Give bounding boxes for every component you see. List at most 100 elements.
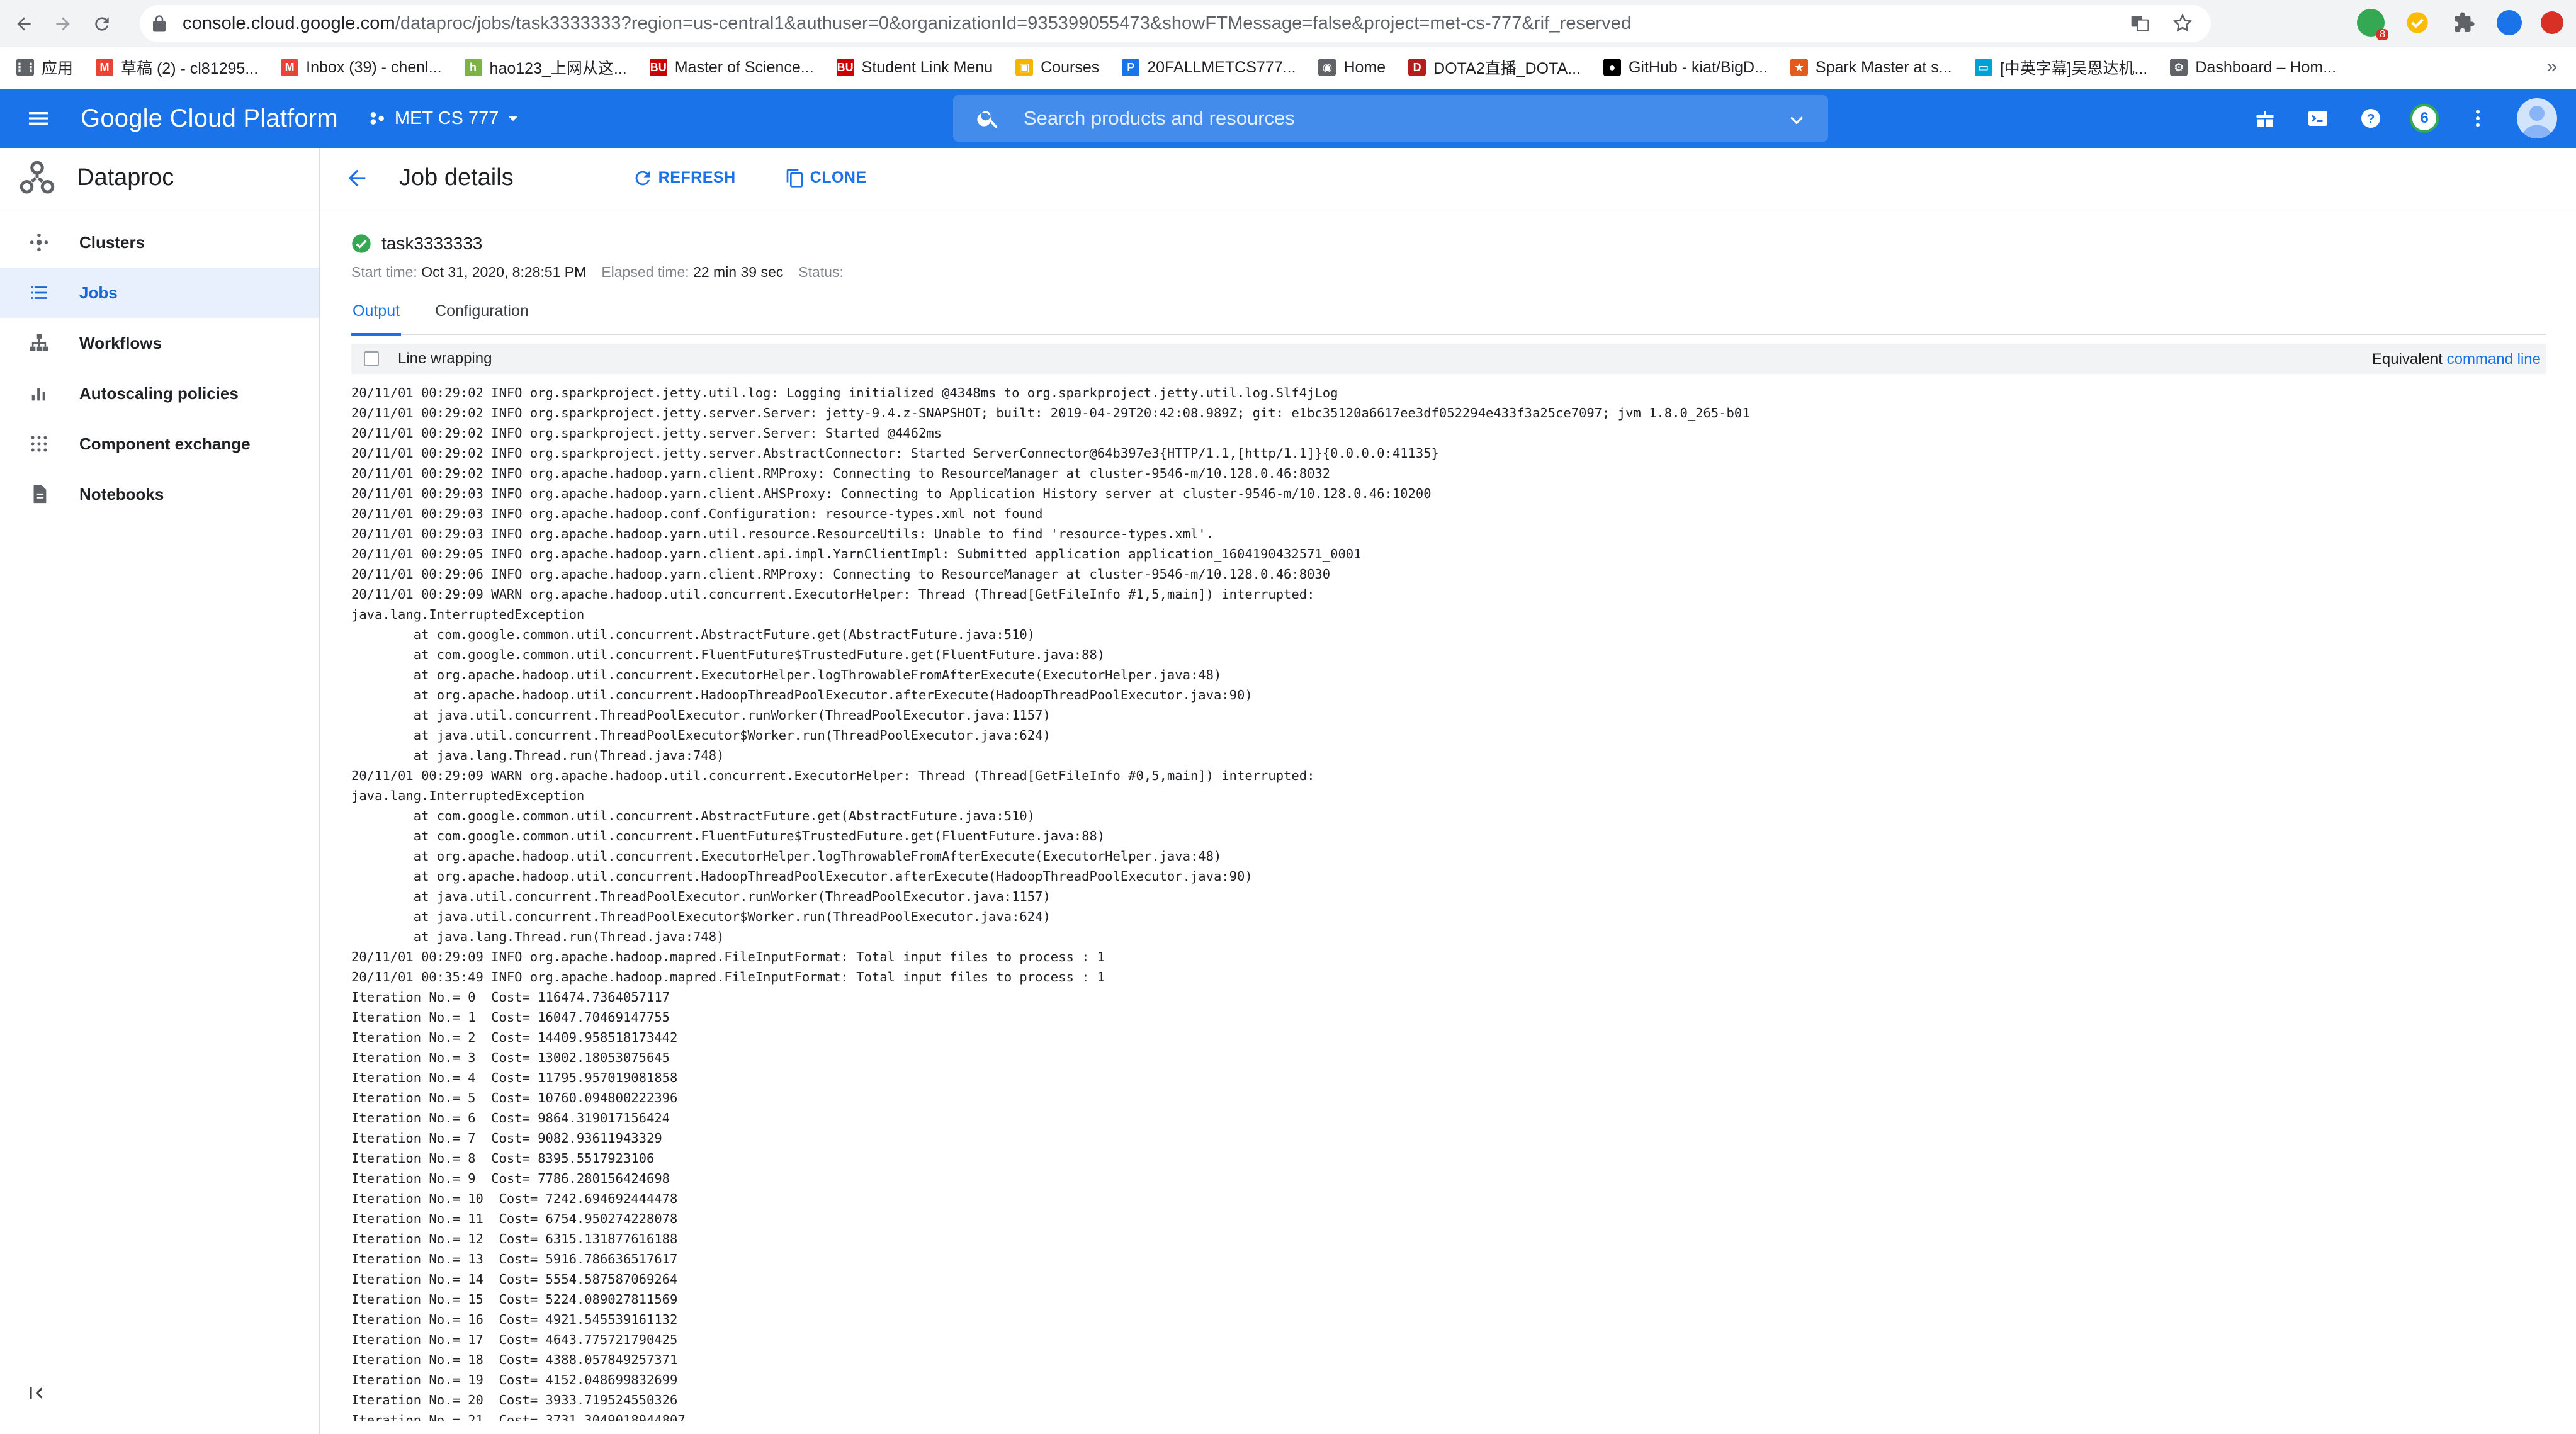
sidebar-nav: Clusters Jobs Workflows Autoscaling policie…: [0, 208, 319, 519]
bookmark-label: 应用: [42, 60, 74, 77]
refresh-button[interactable]: REFRESH: [632, 167, 736, 189]
log-line: 20/11/01 00:29:06 INFO org.apache.hadoop…: [351, 567, 1331, 582]
sidebar-item-notebooks[interactable]: Notebooks: [0, 469, 319, 519]
puzzle-icon[interactable]: [2450, 9, 2478, 37]
output-panel: Line wrapping Equivalent command line 20…: [351, 344, 2546, 1421]
apps-icon: ⋮⋮: [14, 59, 37, 76]
list-icon: [28, 281, 50, 304]
sidebar-item-workflows[interactable]: Workflows: [0, 318, 319, 368]
product-logo[interactable]: Google Cloud Platform: [81, 104, 338, 133]
tab-configuration[interactable]: Configuration: [434, 302, 530, 335]
gear-icon: ⚙: [2170, 59, 2188, 76]
bookmark-item[interactable]: BU Student Link Menu: [836, 54, 993, 81]
bookmark-item[interactable]: M Inbox (39) - chenl...: [281, 54, 442, 81]
bookmark-label: 20FALLMETCS777...: [1147, 58, 1296, 76]
bookmark-label: Spark Master at s...: [1815, 58, 1952, 76]
bookmark-item[interactable]: ▭ [中英字幕]吴恩达机...: [1974, 54, 2148, 81]
bookmark-item[interactable]: h hao123_上网从这...: [464, 54, 627, 81]
bookmark-star-icon[interactable]: [2172, 13, 2193, 34]
translate-icon[interactable]: [2129, 13, 2150, 34]
bookmark-item[interactable]: ▣ Courses: [1015, 54, 1099, 81]
log-line: 20/11/01 00:29:02 INFO org.sparkproject.…: [351, 385, 1338, 400]
success-check-icon: [352, 234, 371, 253]
log-line: Iteration No.= 13 Cost= 5916.78663651761…: [351, 1251, 678, 1267]
more-vert-icon[interactable]: [2464, 104, 2492, 132]
profile-icon[interactable]: [2497, 10, 2522, 35]
command-line-link[interactable]: command line: [2447, 351, 2541, 368]
bookmark-item[interactable]: ⚙ Dashboard – Hom...: [2170, 54, 2336, 81]
search-expand-icon[interactable]: [1784, 108, 1809, 133]
log-line: 20/11/01 00:29:03 INFO org.apache.hadoop…: [351, 486, 1432, 501]
help-icon[interactable]: ?: [2357, 104, 2385, 132]
bookmark-item[interactable]: ⋮⋮ 应用: [14, 54, 74, 81]
product-header: Dataproc: [0, 148, 319, 208]
page-title: Job details: [399, 164, 514, 191]
bookmark-item[interactable]: M 草稿 (2) - cl81295...: [96, 54, 258, 81]
job-name-row: task3333333: [351, 234, 2576, 254]
project-selector[interactable]: MET CS 777: [367, 99, 524, 137]
log-line: at java.util.concurrent.ThreadPoolExecut…: [351, 728, 1051, 743]
sidebar-item-component-exchange[interactable]: Component exchange: [0, 419, 319, 469]
sidebar-item-clusters[interactable]: Clusters: [0, 217, 319, 268]
browser-forward-icon[interactable]: [48, 9, 78, 39]
sidebar-item-label: Notebooks: [79, 484, 164, 504]
bookmarks-overflow-icon[interactable]: »: [2546, 56, 2557, 77]
extension-badge-icon[interactable]: 8: [2357, 9, 2388, 40]
bookmark-item[interactable]: ● GitHub - kiat/BigD...: [1603, 54, 1768, 81]
notifications-badge[interactable]: 6: [2410, 104, 2439, 133]
gmail-icon: M: [281, 59, 299, 76]
browser-reload-icon[interactable]: [87, 9, 117, 39]
product-title: Dataproc: [77, 164, 174, 191]
log-line: Iteration No.= 12 Cost= 6315.13187761618…: [351, 1231, 678, 1246]
address-bar[interactable]: console.cloud.google.com/dataproc/jobs/t…: [140, 5, 2211, 42]
clone-label: CLONE: [810, 169, 867, 186]
gift-icon[interactable]: [2251, 104, 2279, 132]
search-placeholder: Search products and resources: [1024, 107, 1295, 129]
line-wrapping-checkbox[interactable]: [364, 351, 379, 366]
sidebar-item-label: Component exchange: [79, 434, 251, 453]
tab-output[interactable]: Output: [351, 302, 402, 336]
log-line: Iteration No.= 16 Cost= 4921.54553916113…: [351, 1312, 678, 1327]
bookmark-item[interactable]: P 20FALLMETCS777...: [1122, 54, 1296, 81]
bookmark-item[interactable]: ◉ Home: [1318, 54, 1386, 81]
log-line: at java.util.concurrent.ThreadPoolExecut…: [351, 889, 1051, 904]
log-line: 20/11/01 00:29:03 INFO org.apache.hadoop…: [351, 506, 1043, 521]
shield-check-icon[interactable]: [2404, 9, 2431, 37]
status-label: Status:: [798, 264, 844, 280]
bookmark-item[interactable]: ★ Spark Master at s...: [1790, 54, 1952, 81]
avatar[interactable]: [2517, 98, 2557, 138]
log-line: Iteration No.= 9 Cost= 7786.280156424698: [351, 1171, 670, 1186]
browser-back-icon[interactable]: [9, 9, 39, 39]
log-line: at org.apache.hadoop.util.concurrent.Had…: [351, 687, 1253, 703]
bookmark-item[interactable]: BU Master of Science...: [649, 54, 814, 81]
cloud-shell-icon[interactable]: [2304, 104, 2332, 132]
collapse-nav-icon[interactable]: [28, 1384, 47, 1403]
bookmark-item[interactable]: D DOTA2直播_DOTA...: [1408, 54, 1581, 81]
log-line: Iteration No.= 5 Cost= 10760.09480022239…: [351, 1090, 678, 1105]
update-icon[interactable]: [2541, 11, 2563, 34]
log-line: Iteration No.= 15 Cost= 5224.08902781156…: [351, 1292, 678, 1307]
log-line: at java.lang.Thread.run(Thread.java:748): [351, 748, 725, 763]
output-toolbar: Line wrapping Equivalent command line: [351, 344, 2546, 374]
log-line: Iteration No.= 17 Cost= 4643.77572179042…: [351, 1332, 678, 1347]
back-arrow-icon[interactable]: [341, 162, 373, 194]
menu-icon[interactable]: [21, 101, 55, 135]
log-line: Iteration No.= 3 Cost= 13002.18053075645: [351, 1050, 670, 1065]
clone-button[interactable]: CLONE: [785, 168, 867, 188]
log-line: Iteration No.= 4 Cost= 11795.95701908185…: [351, 1070, 678, 1085]
url-host: console.cloud.google.com: [183, 13, 395, 33]
bookmark-label: 草稿 (2) - cl81295...: [121, 60, 259, 77]
sidebar-item-autoscaling-policies[interactable]: Autoscaling policies: [0, 368, 319, 419]
elapsed-time-label: Elapsed time:: [601, 264, 689, 280]
bookmark-label: [中英字幕]吴恩达机...: [1999, 60, 2148, 77]
globe-icon: ◉: [1318, 59, 1336, 76]
search-input[interactable]: Search products and resources: [953, 95, 1828, 142]
log-output: 20/11/01 00:29:02 INFO org.sparkproject.…: [351, 383, 2546, 1421]
log-line: at java.util.concurrent.ThreadPoolExecut…: [351, 909, 1051, 924]
sidebar: Dataproc Clusters Jobs Workflows Autoscalin…: [0, 148, 320, 1434]
log-line: Iteration No.= 18 Cost= 4388.05784925737…: [351, 1352, 678, 1367]
clusters-icon: [28, 231, 50, 254]
equivalent-prefix: Equivalent: [2371, 351, 2443, 368]
start-time-value: Oct 31, 2020, 8:28:51 PM: [421, 264, 587, 280]
sidebar-item-jobs[interactable]: Jobs: [0, 268, 319, 318]
